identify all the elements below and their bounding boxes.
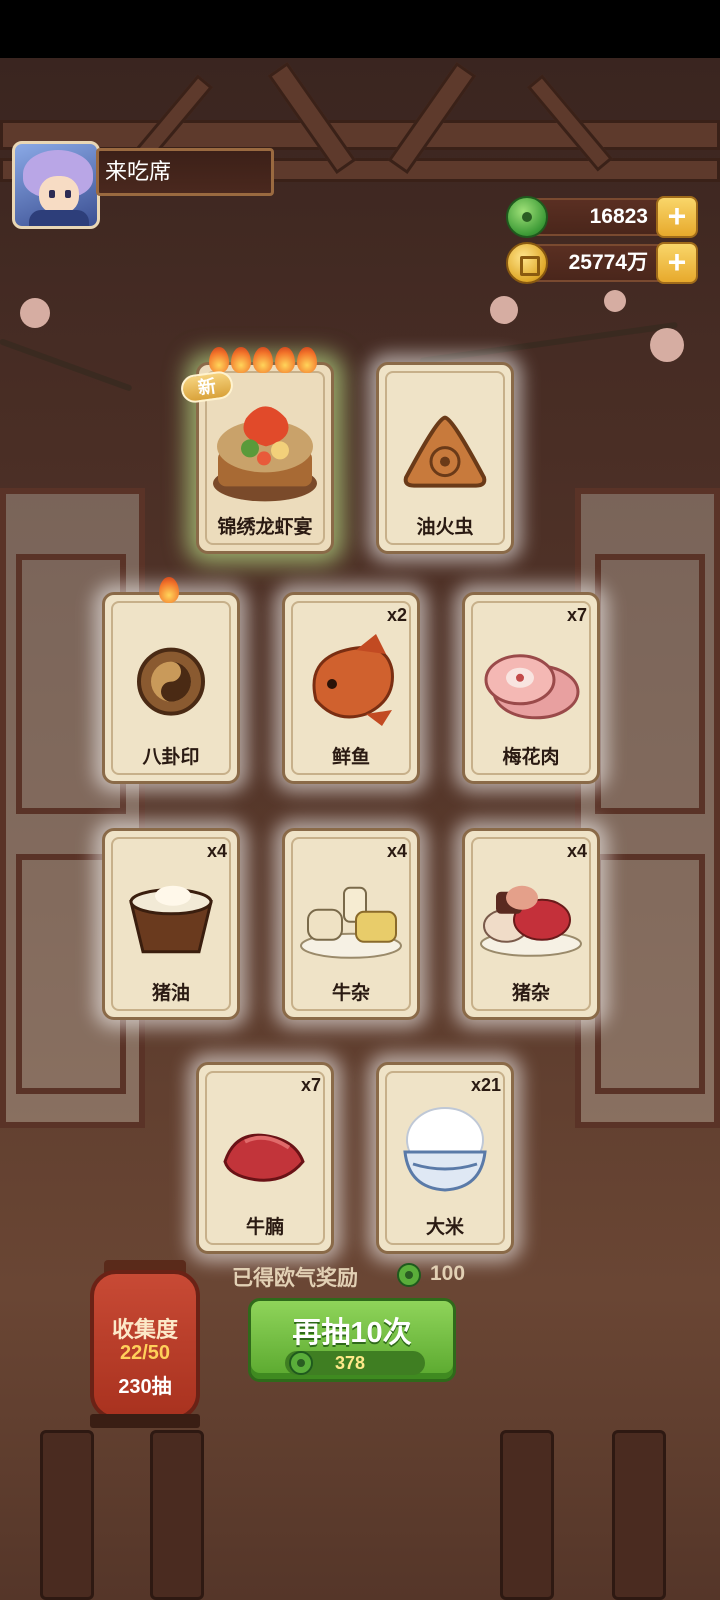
player-avatar[interactable] bbox=[12, 141, 100, 229]
right-lattice-door bbox=[575, 488, 720, 1128]
card-beef-offal[interactable]: x4 牛杂 bbox=[282, 828, 420, 1020]
jade-amount: 16823 bbox=[589, 205, 648, 228]
draw-ten-button[interactable]: 再抽10次 378 bbox=[248, 1298, 456, 1382]
coin-amount: 25774万 bbox=[568, 251, 648, 274]
rice-icon bbox=[403, 1107, 487, 1192]
card-lobster-feast[interactable]: 新 锦绣龙虾宴 bbox=[179, 347, 334, 554]
plum-blossom bbox=[490, 296, 518, 324]
card-count: x4 bbox=[386, 841, 407, 861]
pork-icon bbox=[484, 654, 580, 720]
railing-post bbox=[150, 1430, 204, 1600]
beef-offal-icon bbox=[300, 886, 402, 959]
plum-branch bbox=[0, 338, 133, 392]
coin-icon bbox=[506, 242, 548, 284]
railing-post bbox=[500, 1430, 554, 1600]
oil-bug-icon bbox=[403, 415, 487, 488]
plum-branch bbox=[419, 321, 678, 364]
card-bagua-seal[interactable]: 八卦印 bbox=[102, 577, 240, 784]
card-name: 八卦印 bbox=[142, 747, 200, 768]
railing-post bbox=[40, 1430, 94, 1600]
card-name: 猪杂 bbox=[511, 983, 550, 1004]
roof-beam bbox=[0, 120, 720, 150]
card-lard[interactable]: x4 猪油 bbox=[102, 828, 240, 1020]
card-brisket[interactable]: x7 牛腩 bbox=[196, 1062, 334, 1254]
card-name: 梅花肉 bbox=[502, 747, 560, 768]
collection-lantern[interactable]: 收集度 22/50 230抽 bbox=[90, 1270, 200, 1420]
collection-draws: 230抽 bbox=[118, 1376, 172, 1398]
card-count: x2 bbox=[386, 605, 407, 625]
bagua-seal-icon bbox=[137, 647, 205, 716]
card-count: x21 bbox=[470, 1075, 501, 1095]
card-pork-offal[interactable]: x4 猪杂 bbox=[462, 828, 600, 1020]
draw-cost: 378 bbox=[335, 1353, 366, 1373]
add-coins-button[interactable]: + bbox=[656, 242, 698, 284]
left-lattice-door bbox=[0, 488, 145, 1128]
card-count: x4 bbox=[206, 841, 227, 861]
jade-icon bbox=[397, 1263, 421, 1287]
add-jade-button[interactable]: + bbox=[656, 196, 698, 238]
card-count: x7 bbox=[566, 605, 587, 625]
lantern-base bbox=[90, 1414, 200, 1428]
railing-post bbox=[612, 1430, 666, 1600]
card-oil-bug[interactable]: 油火虫 bbox=[376, 362, 514, 554]
card-name: 大米 bbox=[425, 1217, 464, 1238]
player-name: 来吃席 bbox=[96, 148, 274, 196]
plum-blossom bbox=[650, 328, 684, 362]
jade-currency: 16823 + bbox=[506, 196, 698, 238]
rarity-flames bbox=[209, 347, 317, 373]
plum-blossom bbox=[20, 298, 50, 328]
pork-offal-icon bbox=[480, 885, 582, 957]
draw-ten-label: 再抽10次 bbox=[292, 1317, 412, 1349]
lard-icon bbox=[129, 885, 213, 954]
collection-title: 收集度 bbox=[111, 1317, 178, 1342]
card-name: 牛腩 bbox=[245, 1217, 284, 1238]
card-name: 猪油 bbox=[151, 983, 190, 1004]
reward-value: 100 bbox=[430, 1262, 466, 1285]
card-name: 油火虫 bbox=[416, 517, 474, 538]
card-count: x4 bbox=[566, 841, 587, 861]
card-name: 鲜鱼 bbox=[331, 747, 370, 768]
coin-currency: 25774万 + bbox=[506, 242, 698, 284]
card-fish[interactable]: x2 鲜鱼 bbox=[282, 592, 420, 784]
lobster-feast-icon bbox=[213, 406, 317, 502]
collection-progress: 22/50 bbox=[119, 1342, 171, 1364]
fish-icon bbox=[312, 634, 394, 726]
card-name: 牛杂 bbox=[331, 983, 370, 1004]
card-pork[interactable]: x7 梅花肉 bbox=[462, 592, 600, 784]
jade-icon bbox=[289, 1351, 313, 1375]
rarity-flames bbox=[159, 577, 179, 603]
card-count: x7 bbox=[300, 1075, 321, 1095]
card-rice[interactable]: x21 大米 bbox=[376, 1062, 514, 1254]
brisket-icon bbox=[223, 1133, 305, 1182]
reward-label: 已得欧气奖励 bbox=[232, 1267, 358, 1290]
plum-blossom bbox=[604, 290, 626, 312]
card-name: 锦绣龙虾宴 bbox=[217, 517, 313, 538]
jade-icon bbox=[506, 196, 548, 238]
